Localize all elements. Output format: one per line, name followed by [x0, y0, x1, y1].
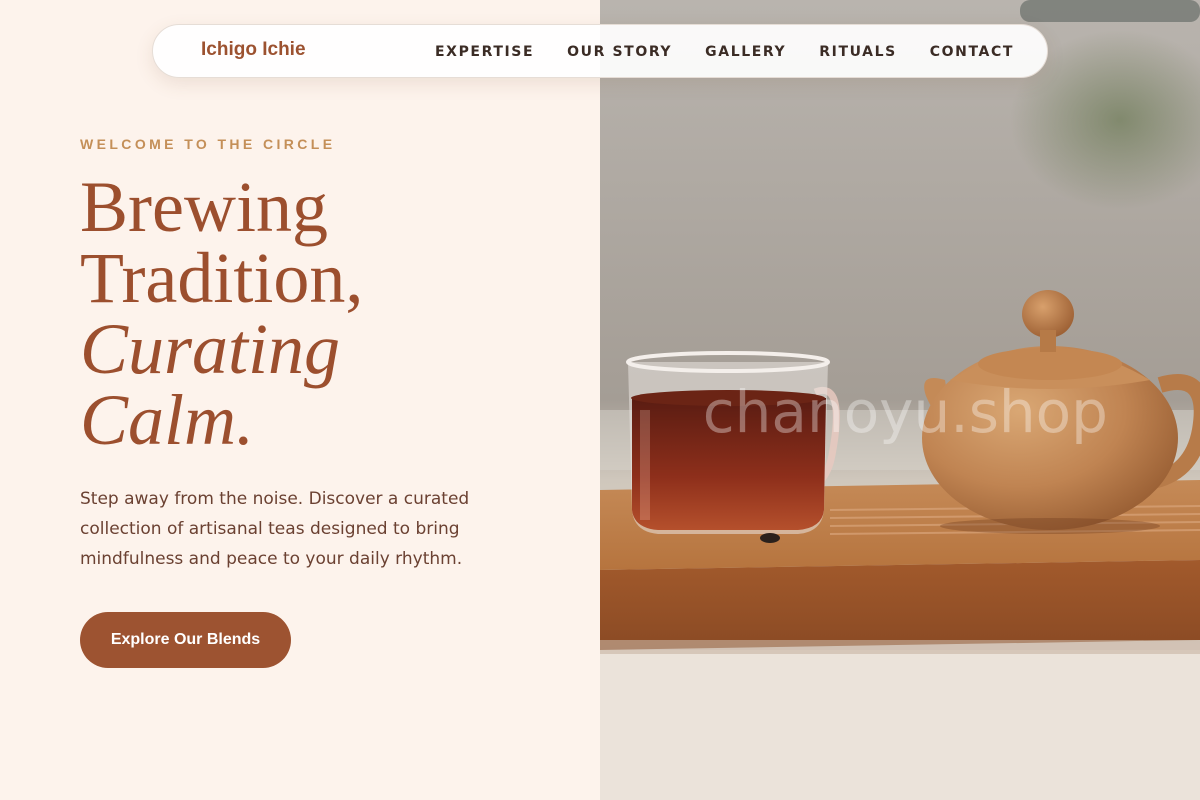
brand-logo[interactable]: Ichigo Ichie	[201, 39, 306, 61]
headline-line-3: Curating	[80, 309, 341, 389]
explore-blends-button[interactable]: Explore Our Blends	[80, 612, 291, 668]
hero-headline: Brewing Tradition, Curating Calm.	[80, 167, 364, 460]
nav-link-rituals[interactable]: RITUALS	[819, 44, 897, 60]
headline-line-2: Tradition,	[80, 238, 364, 318]
hero-eyebrow: WELCOME TO THE CIRCLE	[80, 136, 336, 152]
nav-links: EXPERTISE OUR STORY GALLERY RITUALS CONT…	[435, 25, 1014, 79]
headline-line-1: Brewing	[80, 167, 328, 247]
tea-photo-image: chanoyu.shop	[600, 0, 1200, 800]
watermark-text: chanoyu.shop	[703, 378, 1108, 446]
hero-panel: WELCOME TO THE CIRCLE Brewing Tradition,…	[0, 0, 600, 800]
headline-line-4: Calm.	[80, 380, 255, 460]
nav-link-our-story[interactable]: OUR STORY	[567, 44, 672, 60]
nav-link-expertise[interactable]: EXPERTISE	[435, 44, 534, 60]
hero-photo: chanoyu.shop	[600, 0, 1200, 800]
nav-link-gallery[interactable]: GALLERY	[705, 44, 786, 60]
nav-link-contact[interactable]: CONTACT	[930, 44, 1014, 60]
top-navigation: Ichigo Ichie EXPERTISE OUR STORY GALLERY…	[152, 24, 1048, 78]
hero-lead-text: Step away from the noise. Discover a cur…	[80, 489, 470, 569]
